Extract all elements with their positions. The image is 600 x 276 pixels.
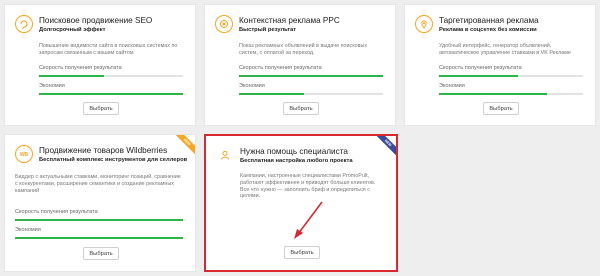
savings-bar bbox=[239, 93, 383, 95]
savings-bar-fill bbox=[39, 93, 183, 95]
service-card-wildberries: NEW WB Продвижение товаров Wildberries Б… bbox=[4, 134, 196, 272]
select-button[interactable]: Выбрать bbox=[283, 102, 319, 115]
savings-bar bbox=[39, 93, 183, 95]
speed-label: Скорость получения результата bbox=[15, 209, 98, 215]
speed-bar bbox=[439, 75, 583, 77]
savings-bar-fill bbox=[239, 93, 304, 95]
savings-label: Экономия bbox=[239, 83, 265, 89]
speed-bar-fill bbox=[15, 219, 183, 221]
savings-bar-fill bbox=[439, 93, 547, 95]
card-description: Удобный интерфейс, генератор объявлений,… bbox=[439, 43, 571, 56]
card-title: Контекстная реклама PPC bbox=[239, 16, 340, 25]
speed-bar-fill bbox=[39, 75, 104, 77]
speed-bar-fill bbox=[439, 75, 519, 77]
svg-text:WB: WB bbox=[20, 152, 29, 158]
target-icon bbox=[215, 15, 233, 33]
speed-label: Скорость получения результата bbox=[439, 65, 522, 71]
speed-label: Скорость получения результата bbox=[39, 65, 122, 71]
card-title: Таргетированная реклама bbox=[439, 16, 539, 25]
card-title: Продвижение товаров Wildberries bbox=[39, 146, 168, 155]
seo-icon bbox=[15, 15, 33, 33]
service-card-seo: Поисковое продвижение SEO Долгосрочный э… bbox=[4, 4, 196, 126]
card-subtitle: Быстрый результат bbox=[239, 27, 297, 33]
card-description: Показ рекламных объявлений в выдаче поис… bbox=[239, 43, 368, 56]
wb-icon: WB bbox=[15, 145, 33, 163]
select-button[interactable]: Выбрать bbox=[483, 102, 519, 115]
card-description: Кампании, настроенные специалистами Prom… bbox=[240, 173, 376, 200]
savings-label: Экономия bbox=[15, 227, 41, 233]
select-button[interactable]: Выбрать bbox=[83, 247, 119, 260]
location-pin-icon bbox=[415, 15, 433, 33]
annotation-arrow bbox=[294, 201, 323, 239]
card-subtitle: Бесплатная настройка любого проекта bbox=[240, 158, 353, 164]
card-title: Поисковое продвижение SEO bbox=[39, 16, 153, 25]
savings-label: Экономия bbox=[39, 83, 65, 89]
savings-bar bbox=[439, 93, 583, 95]
service-card-ppc: Контекстная реклама PPC Быстрый результа… bbox=[204, 4, 396, 126]
card-subtitle: Реклама в соцсетях без комиссии bbox=[439, 27, 537, 33]
speed-bar bbox=[239, 75, 383, 77]
person-icon bbox=[216, 146, 234, 164]
card-title: Нужна помощь специалиста bbox=[240, 147, 348, 156]
select-button[interactable]: Выбрать bbox=[284, 246, 320, 259]
savings-bar bbox=[15, 237, 183, 239]
select-button[interactable]: Выбрать bbox=[83, 102, 119, 115]
service-card-targeting: Таргетированная реклама Реклама в соцсет… bbox=[404, 4, 596, 126]
speed-bar bbox=[15, 219, 183, 221]
savings-label: Экономия bbox=[439, 83, 465, 89]
card-description: Биддер с актуальными ставками, мониторин… bbox=[15, 174, 181, 194]
speed-bar-fill bbox=[239, 75, 383, 77]
card-subtitle: Бесплатный комплекс инструментов для сел… bbox=[39, 157, 188, 163]
savings-bar-fill bbox=[15, 237, 183, 239]
card-description: Повышение видимости сайта в поисковых си… bbox=[39, 43, 178, 56]
card-subtitle: Долгосрочный эффект bbox=[39, 27, 106, 33]
speed-bar bbox=[39, 75, 183, 77]
speed-label: Скорость получения результата bbox=[239, 65, 322, 71]
